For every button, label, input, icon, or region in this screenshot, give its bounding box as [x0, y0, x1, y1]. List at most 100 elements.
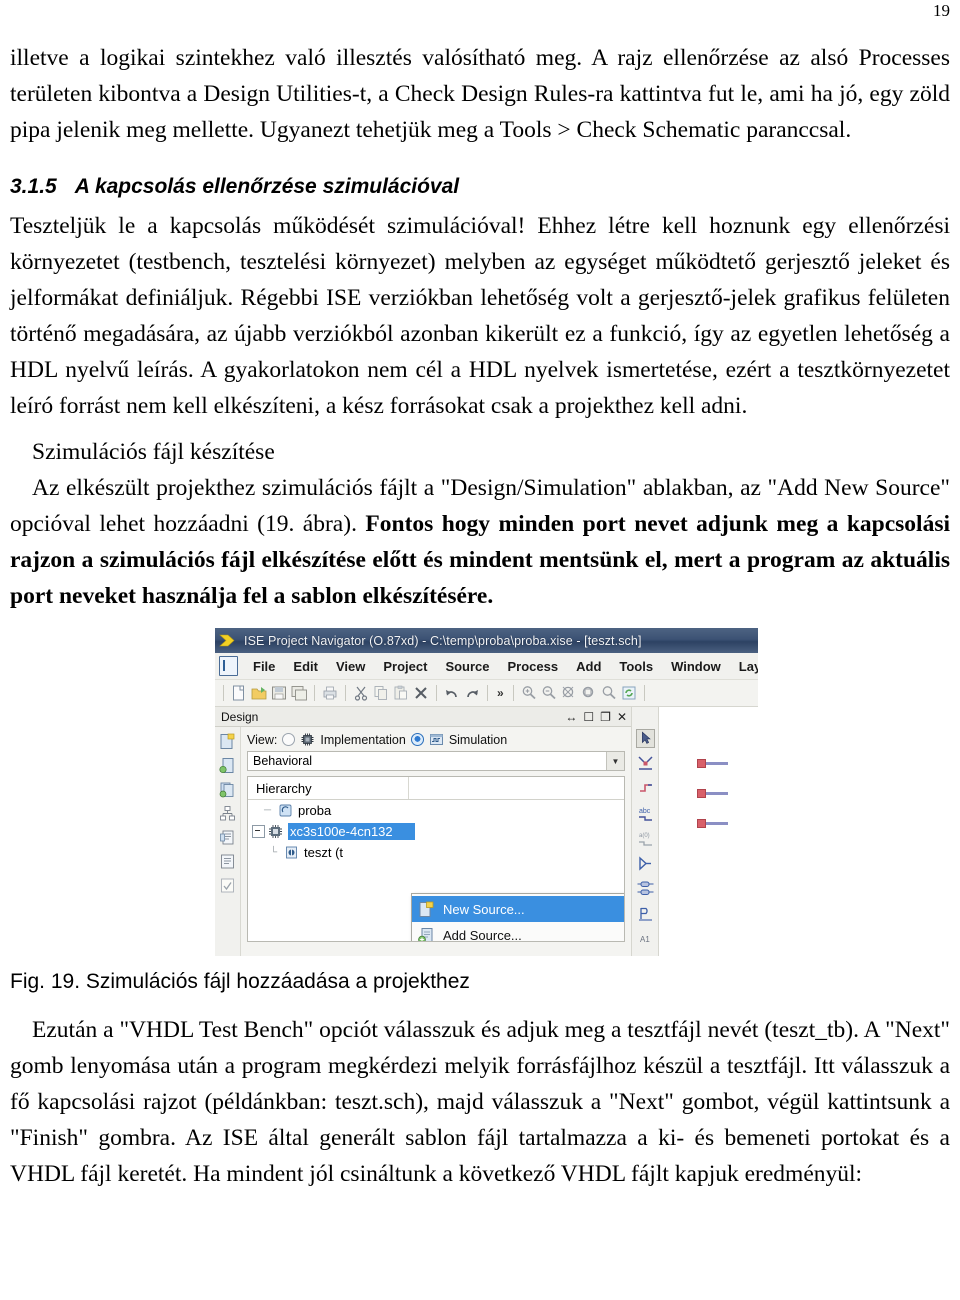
- context-menu-item-new-source[interactable]: New Source...: [412, 896, 624, 922]
- report-strip-icon[interactable]: [219, 853, 236, 870]
- radio-implementation[interactable]: [282, 733, 296, 746]
- tree-item-label: xc3s100e-4cn132: [288, 823, 415, 840]
- schematic-pin-marker[interactable]: [697, 789, 728, 798]
- check-schematic-icon[interactable]: A1: [636, 929, 655, 948]
- float-icon[interactable]: ↔: [565, 710, 577, 724]
- tree-guide-line: └: [270, 847, 278, 858]
- menu-item-view[interactable]: View: [327, 659, 374, 674]
- view-label: View:: [247, 732, 278, 747]
- save-all-icon[interactable]: [290, 684, 308, 702]
- redo-icon[interactable]: [463, 684, 481, 702]
- toolbar-separator: [314, 685, 315, 701]
- wire-segment: [706, 822, 728, 825]
- toolbar-separator: [436, 685, 437, 701]
- tree-row[interactable]: └ teszt (t: [248, 842, 624, 863]
- menu-item-window[interactable]: Window: [662, 659, 730, 674]
- zoom-in-icon[interactable]: [520, 684, 538, 702]
- document-body: illetve a logikai szintekhez való illesz…: [10, 40, 950, 1192]
- toolbar-separator: [643, 685, 645, 701]
- tree-item-label: teszt (t: [304, 845, 344, 860]
- paragraph-3: Az elkészült projekthez szimulációs fájl…: [10, 470, 950, 614]
- hierarchy-tree-header: Hierarchy: [248, 777, 624, 800]
- zoom-selection-icon[interactable]: [600, 684, 618, 702]
- copy-icon[interactable]: [372, 684, 390, 702]
- schematic-file-icon: [286, 846, 297, 859]
- pin-square-icon: [697, 789, 706, 798]
- paragraph-1: illetve a logikai szintekhez való illesz…: [10, 45, 950, 143]
- add-text-icon[interactable]: abc: [636, 804, 655, 823]
- cut-icon[interactable]: [352, 684, 370, 702]
- tree-guide-line: ─: [264, 805, 272, 816]
- context-menu-item-label: New Source...: [443, 901, 525, 917]
- add-wire-icon[interactable]: [636, 754, 655, 773]
- toolbar-separator: [512, 685, 514, 701]
- add-net-name-icon[interactable]: [636, 779, 655, 798]
- hierarchy-strip-icon[interactable]: [219, 805, 236, 822]
- section-heading: 3.1.5 A kapcsolás ellenőrzése szimulációv…: [10, 172, 950, 202]
- tree-row[interactable]: ─ proba: [248, 800, 624, 821]
- view-option-implementation-label[interactable]: Implementation: [320, 733, 405, 747]
- radio-simulation[interactable]: [410, 733, 424, 746]
- paragraph-2: Teszteljük le a kapcsolás működését szim…: [10, 213, 950, 419]
- open-folder-icon[interactable]: [250, 684, 268, 702]
- check-strip-icon[interactable]: [219, 877, 236, 894]
- behavioral-combo-value: Behavioral: [253, 754, 313, 768]
- zoom-out-icon[interactable]: [540, 684, 558, 702]
- paste-icon[interactable]: [392, 684, 410, 702]
- maximize-icon[interactable]: ☐: [583, 710, 594, 724]
- save-icon[interactable]: [270, 684, 288, 702]
- ise-project-navigator-screenshot: ISE Project Navigator (O.87xd) - C:\temp…: [215, 628, 758, 956]
- hierarchy-column-header: Hierarchy: [256, 780, 312, 796]
- schematic-canvas[interactable]: [659, 707, 758, 956]
- ise-chevron-logo-icon: [219, 634, 235, 647]
- print-icon[interactable]: [321, 684, 339, 702]
- menu-item-project[interactable]: Project: [374, 659, 436, 674]
- new-source-icon: [419, 901, 434, 917]
- pin-square-icon: [697, 819, 706, 828]
- app-title-text: ISE Project Navigator (O.87xd) - C:\temp…: [244, 633, 642, 648]
- menu-item-edit[interactable]: Edit: [284, 659, 327, 674]
- add-branch-icon[interactable]: [636, 904, 655, 923]
- design-panel-window-buttons: ↔ ☐ ❐ ✕: [565, 710, 627, 724]
- select-pointer-icon[interactable]: [635, 729, 655, 748]
- add-source-strip-icon[interactable]: [219, 757, 236, 774]
- menu-item-add[interactable]: Add: [567, 659, 610, 674]
- column-separator: [408, 777, 409, 799]
- add-copy-source-strip-icon[interactable]: [219, 781, 236, 798]
- tree-collapse-icon[interactable]: [252, 825, 265, 838]
- design-panel: Design ↔ ☐ ❐ ✕ View: Implementation Simu…: [215, 707, 631, 956]
- menu-item-process[interactable]: Process: [499, 659, 568, 674]
- zoom-area-icon[interactable]: [580, 684, 598, 702]
- restore-icon[interactable]: ❐: [600, 710, 611, 724]
- menu-item-file[interactable]: File: [244, 659, 284, 674]
- design-summary-strip-icon[interactable]: [219, 829, 236, 846]
- context-menu-item-label: Add Source...: [443, 927, 522, 942]
- add-symbol-icon[interactable]: [636, 879, 655, 898]
- tree-row[interactable]: xc3s100e-4cn132: [248, 821, 624, 842]
- undo-icon[interactable]: [443, 684, 461, 702]
- hierarchy-tree[interactable]: Hierarchy ─ proba xc3s100e-4cn132 └ tesz…: [247, 776, 625, 942]
- figure-caption: Fig. 19. Szimulációs fájl hozzáadása a p…: [10, 970, 470, 993]
- paragraph-4: Ezután a "VHDL Test Bench" opciót válass…: [10, 1017, 950, 1187]
- new-source-strip-icon[interactable]: [219, 733, 236, 750]
- menu-item-layout[interactable]: Layout: [730, 659, 758, 674]
- delete-icon[interactable]: [412, 684, 430, 702]
- schematic-pin-marker[interactable]: [697, 759, 728, 768]
- toolbar-overflow-chevrons-icon[interactable]: »: [494, 686, 507, 700]
- menu-item-tools[interactable]: Tools: [610, 659, 662, 674]
- wire-segment: [706, 762, 728, 765]
- behavioral-combo[interactable]: Behavioral ▼: [247, 751, 625, 771]
- refresh-icon[interactable]: [620, 684, 638, 702]
- zoom-fit-icon[interactable]: [560, 684, 578, 702]
- view-option-simulation-label[interactable]: Simulation: [449, 733, 507, 747]
- chevron-down-icon[interactable]: ▼: [606, 752, 624, 770]
- design-left-icon-strip: [215, 707, 241, 956]
- close-icon[interactable]: ✕: [617, 710, 627, 724]
- figure-19: ISE Project Navigator (O.87xd) - C:\temp…: [10, 628, 950, 964]
- schematic-pin-marker[interactable]: [697, 819, 728, 828]
- new-file-icon[interactable]: [230, 684, 248, 702]
- add-bus-tap-icon[interactable]: a(0): [636, 829, 655, 848]
- menu-item-source[interactable]: Source: [436, 659, 498, 674]
- context-menu-item-add-source[interactable]: Add Source...: [412, 922, 624, 942]
- add-io-marker-icon[interactable]: [636, 854, 655, 873]
